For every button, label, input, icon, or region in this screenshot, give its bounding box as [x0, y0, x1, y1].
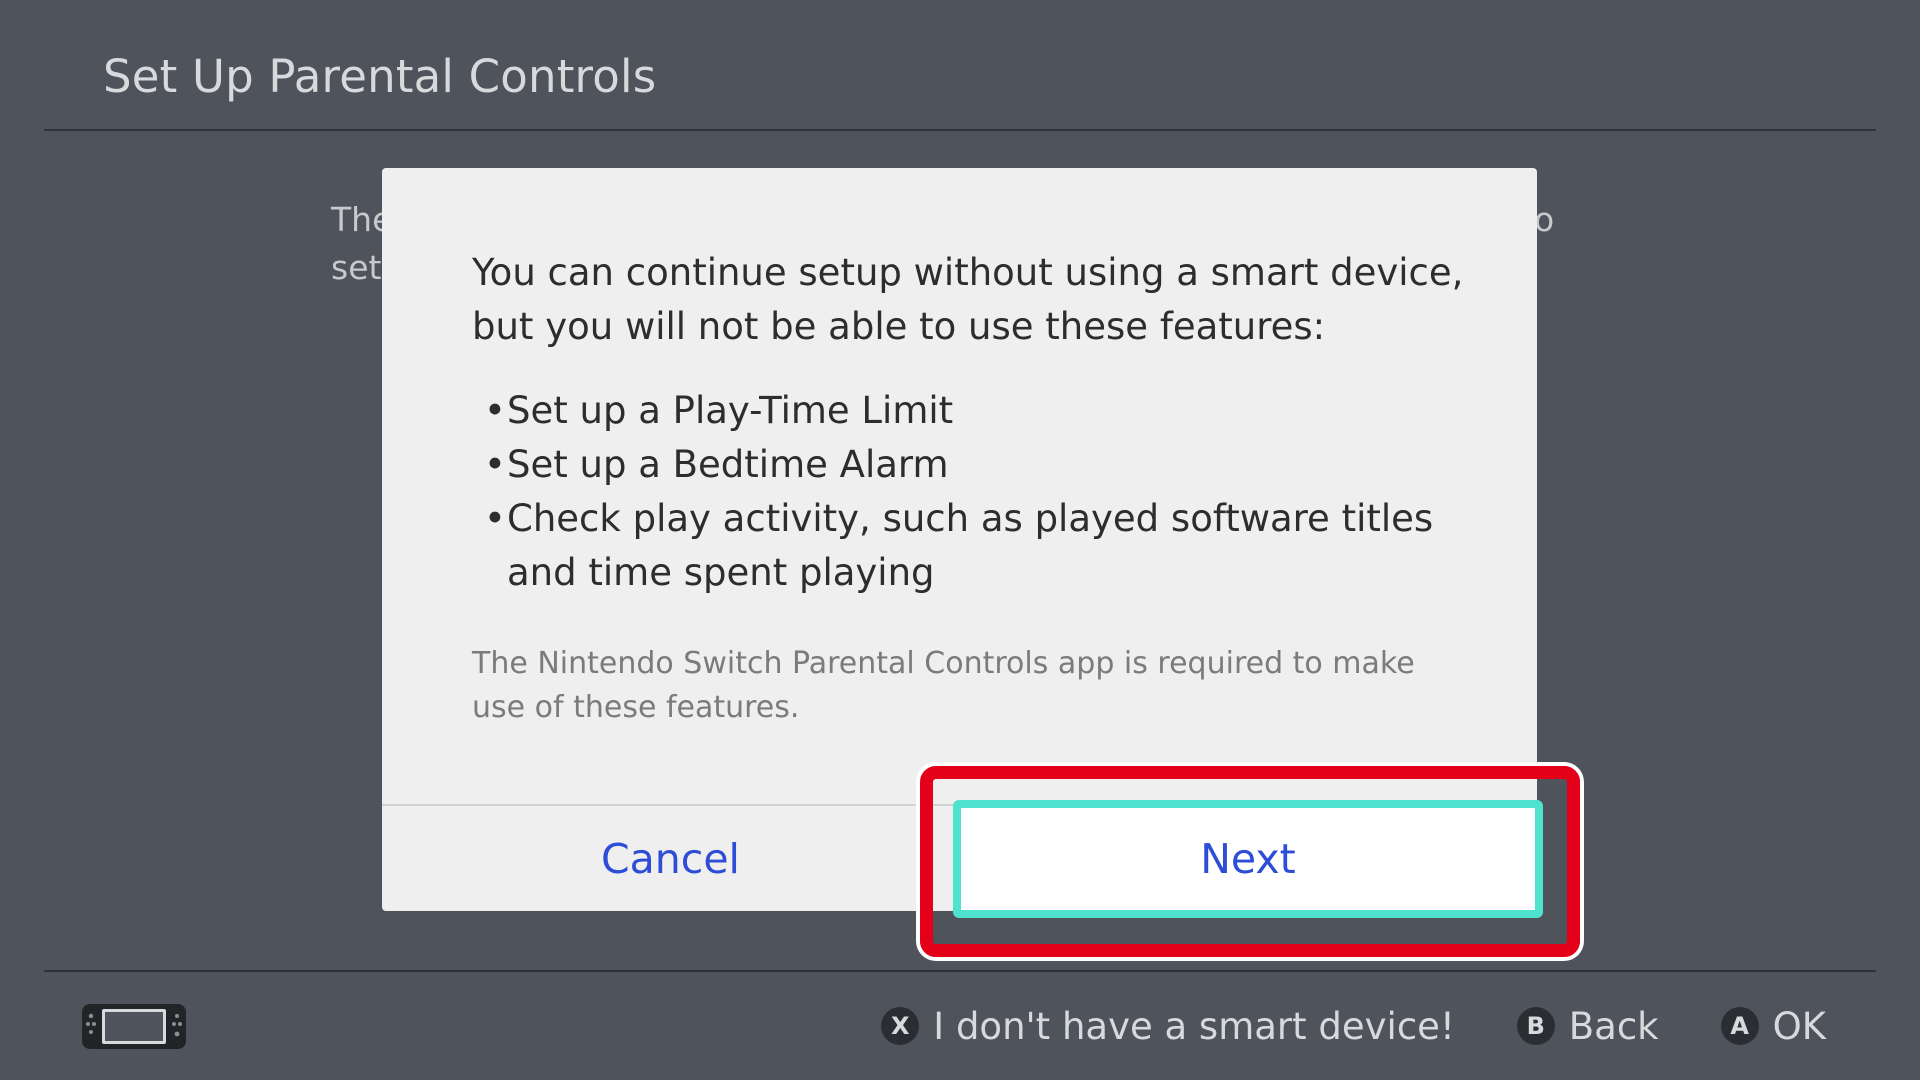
ok-action[interactable]: A OK: [1720, 1004, 1826, 1048]
feature-item-label: Set up a Play-Time Limit: [507, 389, 954, 432]
no-smart-device-action[interactable]: X I don't have a smart device!: [881, 1005, 1455, 1048]
next-button[interactable]: Next: [953, 800, 1543, 918]
bullet: •: [484, 389, 506, 432]
feature-item: • Set up a Play-Time Limit: [472, 384, 1472, 438]
b-button-icon: B: [1516, 1007, 1555, 1045]
feature-item-label: Set up a Bedtime Alarm: [507, 443, 949, 486]
feature-item: • Set up a Bedtime Alarm: [472, 438, 1472, 492]
feature-item-label: Check play activity, such as played soft…: [507, 497, 1434, 594]
footer-divider: [44, 970, 1876, 972]
feature-list: • Set up a Play-Time Limit • Set up a Be…: [472, 384, 1472, 600]
no-smart-device-label: I don't have a smart device!: [933, 1004, 1455, 1048]
footer-actions: X I don't have a smart device! B Back A …: [881, 1000, 1826, 1052]
feature-item: • Check play activity, such as played so…: [472, 492, 1472, 600]
dialog-lead-text: You can continue setup without using a s…: [472, 251, 1464, 348]
ok-label: OK: [1772, 1004, 1826, 1048]
bullet: •: [484, 443, 506, 486]
dialog-note: The Nintendo Switch Parental Controls ap…: [472, 646, 1415, 725]
back-action[interactable]: B Back: [1516, 1004, 1659, 1048]
a-button-icon: A: [1720, 1007, 1759, 1045]
screen: Set Up Parental Controls The set o You c…: [0, 0, 1920, 1080]
x-button-icon: X: [881, 1007, 920, 1045]
dialog-body: You can continue setup without using a s…: [472, 246, 1472, 730]
console-icon: [82, 1004, 186, 1049]
bullet: •: [484, 497, 506, 540]
cancel-button[interactable]: Cancel: [382, 806, 959, 911]
header-divider: [44, 129, 1876, 131]
page-title: Set Up Parental Controls: [103, 50, 657, 103]
background-text-right: o: [1534, 200, 1555, 239]
back-label: Back: [1568, 1004, 1659, 1048]
